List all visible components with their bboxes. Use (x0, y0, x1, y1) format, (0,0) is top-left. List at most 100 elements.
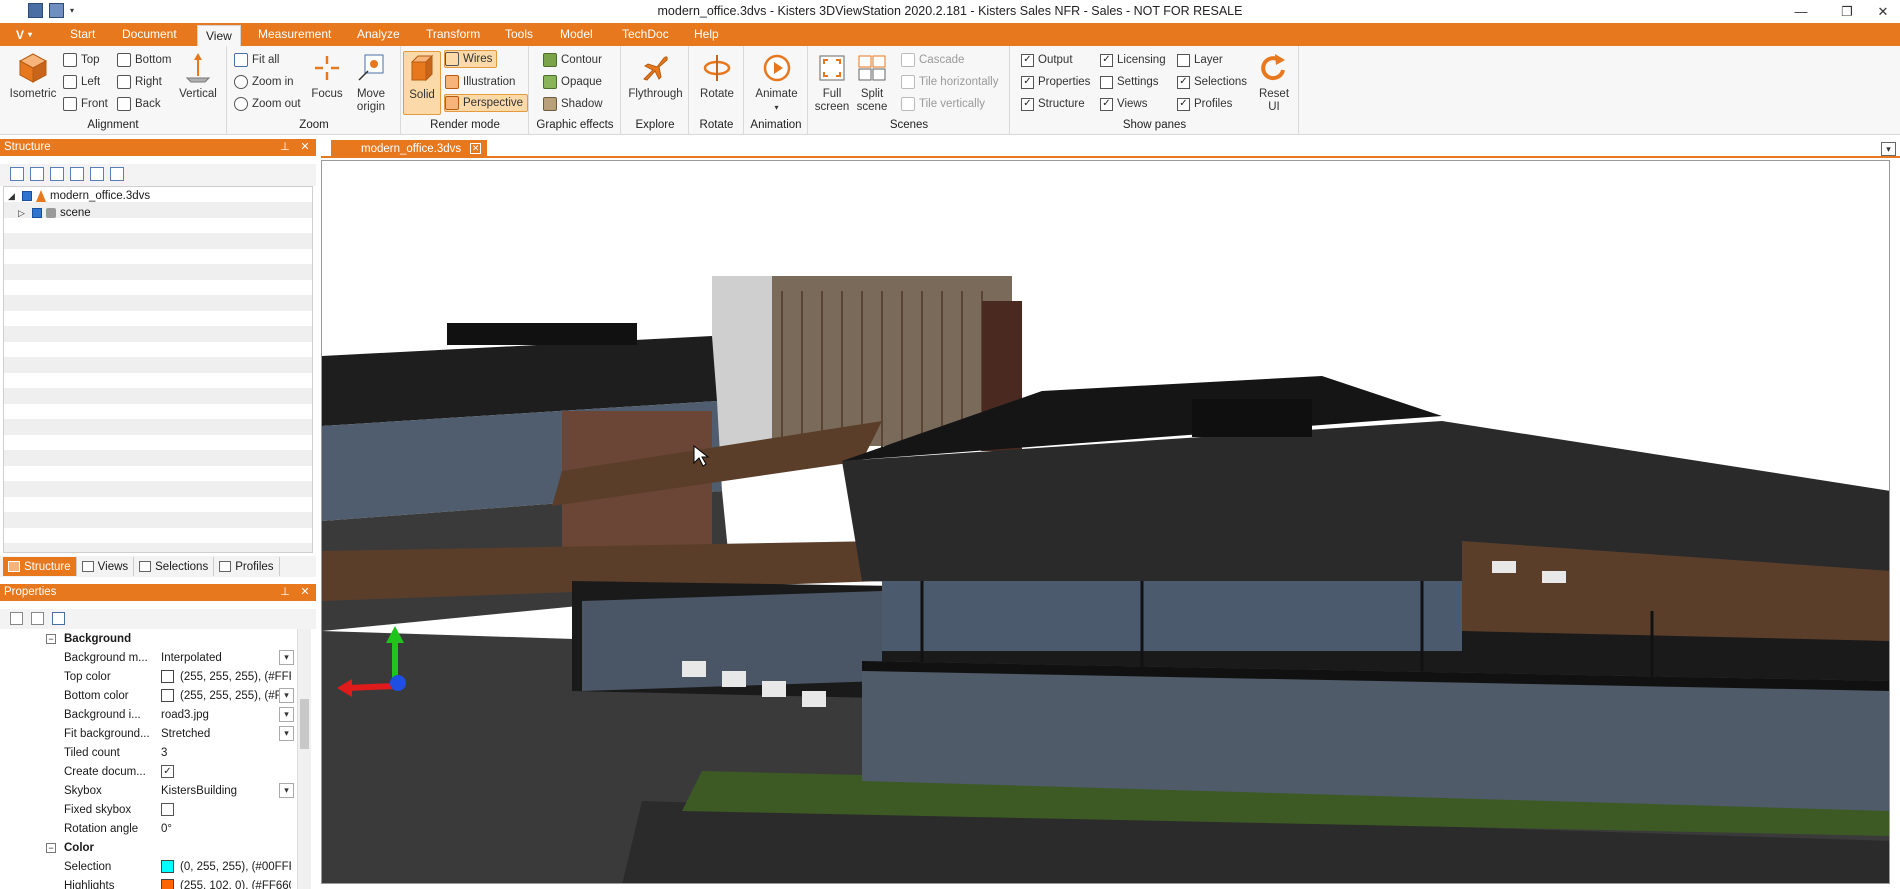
tab-tools[interactable]: Tools (497, 23, 541, 46)
prop-background-mode[interactable]: Background m... Interpolated ▾ (0, 648, 296, 667)
zoom-in-button[interactable]: Zoom in (234, 73, 294, 91)
dropdown-arrow-icon[interactable]: ▾ (279, 688, 294, 703)
document-tab[interactable]: modern_office.3dvs ✕ (331, 140, 488, 158)
front-view-button[interactable]: Front (63, 95, 108, 113)
document-list-dropdown-icon[interactable]: ▾ (1881, 142, 1896, 156)
fit-all-button[interactable]: Fit all (234, 51, 279, 69)
prop-background-image[interactable]: Background i... road3.jpg ▾ (0, 705, 296, 724)
show-structure-checkbox[interactable]: ✓ Structure (1021, 95, 1085, 113)
animate-button[interactable]: Animate ▾ (749, 51, 804, 114)
tree-item-scene[interactable]: ▷ scene (18, 205, 91, 221)
tab-help[interactable]: Help (686, 23, 727, 46)
pane-tab-structure[interactable]: Structure (3, 557, 77, 576)
collapse-all-icon[interactable] (30, 167, 44, 181)
top-view-button[interactable]: Top (63, 51, 100, 69)
tab-analyze[interactable]: Analyze (349, 23, 408, 46)
prop-skybox[interactable]: Skybox KistersBuilding ▾ (0, 781, 296, 800)
tab-model[interactable]: Model (552, 23, 601, 46)
show-profiles-checkbox[interactable]: ✓ Profiles (1177, 95, 1232, 113)
isometric-button[interactable]: Isometric (8, 51, 58, 101)
opaque-button[interactable]: Opaque (543, 73, 602, 91)
wires-button[interactable]: Wires (444, 50, 498, 68)
show-licensing-checkbox[interactable]: ✓ Licensing (1100, 51, 1166, 69)
prop-value[interactable]: (255, 255, 255), (#FFFF (161, 670, 291, 683)
tab-start[interactable]: Start (62, 23, 103, 46)
tree-item-root[interactable]: ◢ modern_office.3dvs (8, 188, 150, 204)
expand-icon[interactable] (50, 167, 64, 181)
show-layer-checkbox[interactable]: Layer (1177, 51, 1223, 69)
show-selections-checkbox[interactable]: ✓ Selections (1177, 73, 1247, 91)
prop-value[interactable]: (0, 255, 255), (#00FFFF (161, 860, 291, 873)
left-view-button[interactable]: Left (63, 73, 100, 91)
right-view-button[interactable]: Right (117, 73, 162, 91)
alphabetical-icon[interactable] (31, 612, 44, 625)
prop-value[interactable]: 3 (161, 747, 291, 759)
restore-button[interactable]: ❐ (1824, 0, 1870, 23)
solid-button[interactable]: Solid (403, 51, 441, 115)
pane-tab-views[interactable]: Views (77, 557, 135, 576)
close-icon[interactable]: ✕ (298, 584, 312, 601)
section-color[interactable]: − Color (0, 838, 296, 857)
illustration-button[interactable]: Illustration (445, 73, 515, 91)
prop-top-color[interactable]: Top color (255, 255, 255), (#FFFF (0, 667, 296, 686)
tab-document[interactable]: Document (114, 23, 185, 46)
visibility-checkbox-icon[interactable] (32, 208, 42, 218)
prop-value[interactable]: Interpolated (161, 652, 291, 664)
prop-value[interactable]: ✓ (161, 765, 291, 778)
expand-triangle-icon[interactable]: ▷ (18, 208, 28, 219)
focus-button[interactable]: Focus (308, 51, 346, 101)
show-views-checkbox[interactable]: ✓ Views (1100, 95, 1147, 113)
prop-value[interactable]: Stretched (161, 728, 291, 740)
expand-all-icon[interactable] (10, 167, 24, 181)
3d-viewport[interactable] (321, 160, 1890, 884)
dropdown-arrow-icon[interactable]: ▾ (279, 707, 294, 722)
collapse-triangle-icon[interactable]: ◢ (8, 191, 18, 202)
shadow-button[interactable]: Shadow (543, 95, 603, 113)
collapse-icon[interactable]: − (46, 633, 56, 644)
pin-icon[interactable]: ⊥ (278, 584, 292, 601)
tab-view[interactable]: View (197, 25, 241, 46)
dropdown-arrow-icon[interactable]: ▾ (279, 726, 294, 741)
full-screen-button[interactable]: Full screen (813, 51, 851, 114)
prop-tiled-count[interactable]: Tiled count 3 (0, 743, 296, 762)
dropdown-arrow-icon[interactable]: ▾ (279, 650, 294, 665)
show-output-checkbox[interactable]: ✓ Output (1021, 51, 1073, 69)
tab-techdoc[interactable]: TechDoc (614, 23, 677, 46)
prop-value[interactable] (161, 803, 291, 816)
reset-ui-button[interactable]: Reset UI (1255, 51, 1293, 114)
pane-tab-profiles[interactable]: Profiles (214, 557, 280, 576)
close-button[interactable]: ✕ (1866, 0, 1900, 23)
pane-tab-selections[interactable]: Selections (134, 557, 215, 576)
prop-value[interactable]: (255, 102, 0), (#FF6600 (161, 879, 291, 889)
app-menu-button[interactable]: V ▾ (6, 25, 42, 44)
isolate-icon[interactable] (110, 167, 124, 181)
close-tab-icon[interactable]: ✕ (470, 143, 482, 154)
show-settings-checkbox[interactable]: Settings (1100, 73, 1159, 91)
cascade-button[interactable]: Cascade (901, 51, 964, 69)
move-origin-button[interactable]: Move origin (348, 51, 394, 114)
visibility-checkbox-icon[interactable] (22, 191, 32, 201)
vertical-button[interactable]: Vertical (175, 51, 221, 101)
tab-measurement[interactable]: Measurement (250, 23, 339, 46)
prop-value[interactable]: 0° (161, 823, 291, 835)
categorized-icon[interactable] (10, 612, 23, 625)
prop-selection-color[interactable]: Selection (0, 255, 255), (#00FFFF (0, 857, 296, 876)
collapse-icon[interactable]: − (46, 842, 56, 853)
tab-transform[interactable]: Transform (418, 23, 488, 46)
dropdown-arrow-icon[interactable]: ▾ (279, 783, 294, 798)
collapse-icon[interactable] (70, 167, 84, 181)
back-view-button[interactable]: Back (117, 95, 161, 113)
prop-create-document[interactable]: Create docum... ✓ (0, 762, 296, 781)
rotate-button[interactable]: Rotate (694, 51, 740, 101)
contour-button[interactable]: Contour (543, 51, 602, 69)
prop-value[interactable]: (255, 255, 255), (#F (161, 689, 291, 702)
prop-highlights-color[interactable]: Highlights (255, 102, 0), (#FF6600 (0, 876, 296, 889)
prop-value[interactable]: road3.jpg (161, 709, 291, 721)
prop-fit-background[interactable]: Fit background... Stretched ▾ (0, 724, 296, 743)
prop-rotation-angle[interactable]: Rotation angle 0° (0, 819, 296, 838)
section-background[interactable]: − Background (0, 629, 296, 648)
split-scene-button[interactable]: Split scene (853, 51, 891, 114)
pin-icon[interactable]: ⊥ (278, 139, 292, 156)
prop-bottom-color[interactable]: Bottom color (255, 255, 255), (#F ▾ (0, 686, 296, 705)
flythrough-button[interactable]: Flythrough (624, 51, 687, 101)
